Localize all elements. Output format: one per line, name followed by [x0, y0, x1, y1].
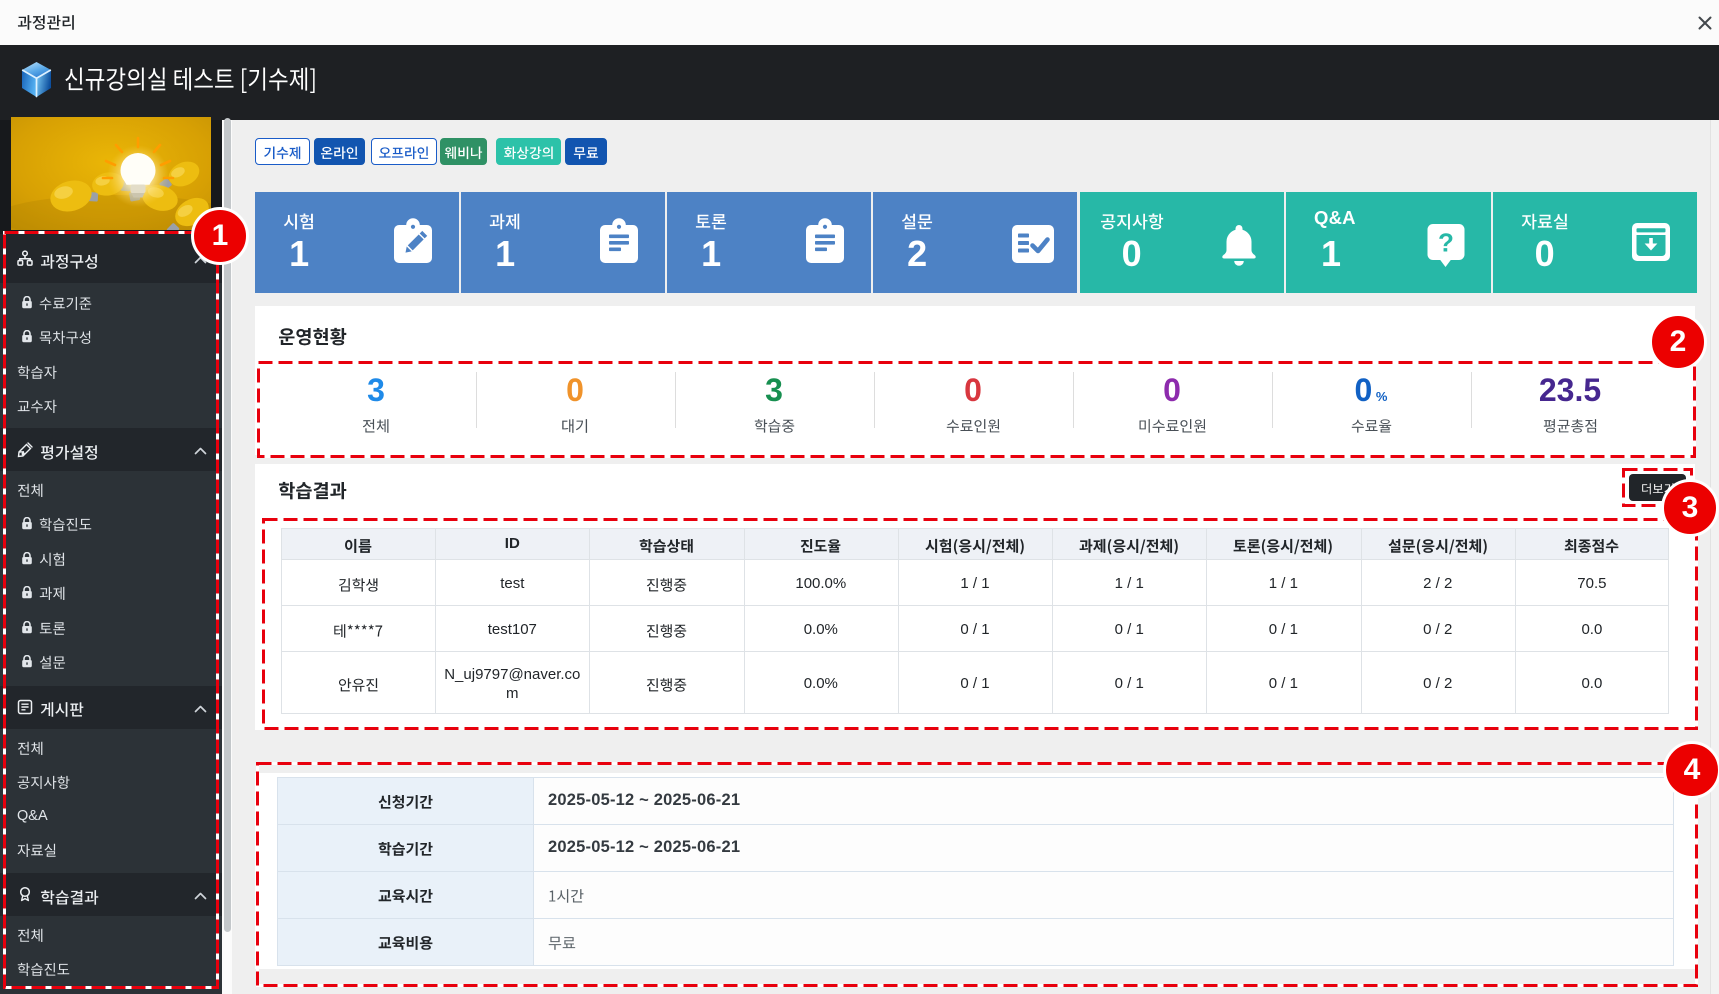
svg-text:?: ? — [1438, 228, 1454, 258]
